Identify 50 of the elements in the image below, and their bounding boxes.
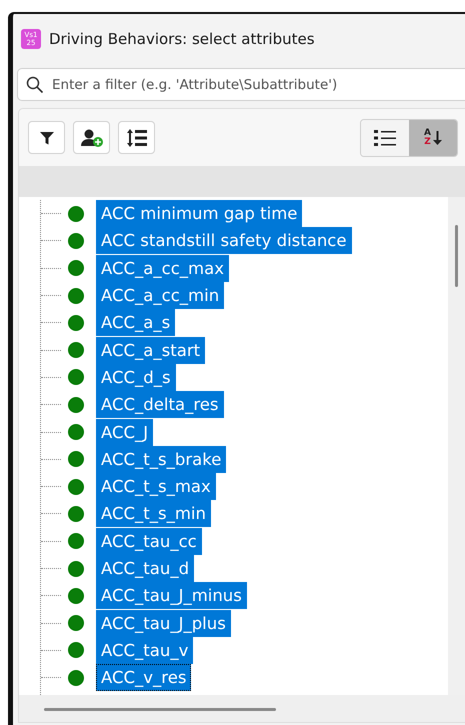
status-dot [68, 206, 84, 222]
status-dot [68, 560, 84, 576]
attribute-item[interactable]: ACC_a_cc_max [96, 254, 229, 282]
status-dot [68, 670, 84, 686]
status-dot [68, 342, 84, 358]
status-dot [68, 615, 84, 632]
status-dot [68, 642, 84, 658]
status-dot [68, 424, 84, 440]
status-dot [68, 478, 84, 495]
attribute-item[interactable]: ACC minimum gap time [96, 200, 302, 228]
attribute-item[interactable]: ACC_a_s [96, 309, 176, 336]
attribute-item[interactable]: ACC_J [96, 418, 154, 446]
horizontal-scrollbar[interactable] [19, 695, 465, 722]
status-dot [68, 451, 84, 468]
attribute-item[interactable]: ACC_tau_d [96, 555, 194, 582]
sort-button[interactable]: A Z [409, 120, 457, 156]
filter-field[interactable]: Enter a filter (e.g. 'Attribute\Subattribute') [17, 68, 465, 101]
attribute-item[interactable]: ACC_v_res [96, 664, 192, 692]
filter-icon [38, 130, 54, 146]
status-dot [68, 288, 84, 304]
filter-button[interactable] [28, 121, 65, 154]
attribute-item[interactable]: ACC_tau_v [96, 636, 194, 664]
add-user-icon [80, 128, 104, 148]
vertical-scrollbar[interactable] [448, 197, 465, 695]
attribute-item[interactable]: ACC_a_cc_min [96, 282, 224, 310]
status-dot [68, 369, 84, 386]
window-title: Driving Behaviors: select attributes [49, 28, 315, 50]
attribute-item[interactable]: ACC_d_s [96, 364, 176, 391]
attribute-item[interactable]: ACC_tau_J_minus [96, 582, 247, 610]
status-dot [68, 260, 84, 276]
attribute-item[interactable]: ACC_tau_cc [96, 528, 202, 555]
attribute-item[interactable]: ACC_t_s_brake [96, 446, 226, 473]
status-dot [68, 588, 84, 604]
status-dot [68, 506, 84, 522]
indent-button[interactable] [118, 121, 155, 154]
attribute-item[interactable]: ACC standstill safety distance [96, 227, 352, 254]
add-user-button[interactable] [73, 121, 110, 154]
attribute-item[interactable]: ACC_tau_J_plus [96, 610, 231, 637]
attribute-item[interactable]: ACC_t_s_min [96, 500, 211, 528]
status-dot [68, 533, 84, 550]
status-dot [68, 396, 84, 413]
status-dot [68, 314, 84, 331]
sort-letters: A Z [424, 128, 431, 146]
attribute-item[interactable]: ACC_t_s_max [96, 473, 216, 500]
list-indent-icon [126, 128, 148, 148]
down-arrow-icon [432, 130, 442, 146]
attribute-item[interactable]: ACC_delta_res [96, 391, 224, 418]
status-dot [68, 232, 84, 249]
attribute-item[interactable]: ACC_a_start [96, 336, 206, 364]
list-icon [373, 128, 397, 146]
